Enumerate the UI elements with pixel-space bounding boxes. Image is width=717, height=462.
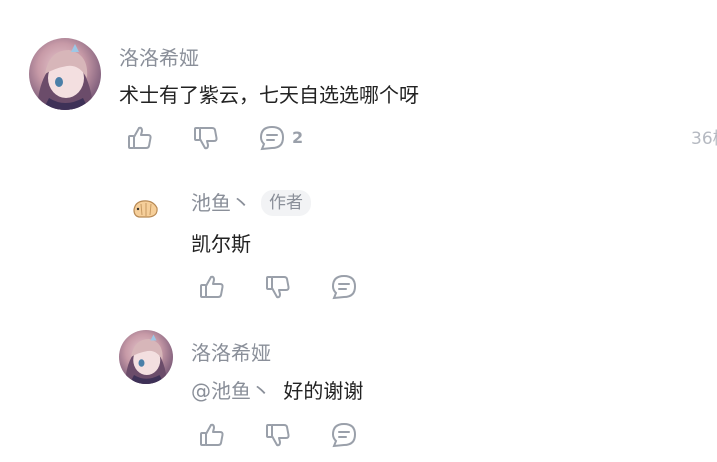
thumbs-up-icon — [128, 126, 152, 149]
thumbs-down-icon — [194, 127, 218, 150]
reply-button[interactable] — [330, 273, 358, 301]
thumbs-up-icon — [200, 275, 224, 298]
thumbs-up-icon — [200, 423, 224, 446]
comment-icon — [331, 422, 357, 448]
reply-button[interactable] — [330, 421, 358, 449]
thumbs-down-icon — [266, 276, 290, 299]
comment-icon — [259, 125, 285, 151]
like-button[interactable] — [126, 124, 154, 152]
like-button[interactable] — [198, 421, 226, 449]
floor-number: 36楼 — [691, 129, 717, 149]
comment-icon — [331, 274, 357, 300]
comment-author[interactable]: 洛洛希娅 — [119, 46, 199, 70]
reply-text: 好的谢谢 — [283, 379, 364, 403]
thumbs-down-icon — [266, 424, 290, 447]
comment-text: 术士有了紫云，七天自选选哪个呀 — [119, 83, 419, 107]
dislike-button[interactable] — [264, 273, 292, 301]
dislike-button[interactable] — [192, 124, 220, 152]
author-avatar[interactable] — [131, 196, 161, 222]
mention-link[interactable]: @池鱼丶 — [191, 379, 271, 403]
user-avatar[interactable] — [119, 330, 173, 384]
user-avatar[interactable] — [29, 38, 101, 110]
reply-text-row: @池鱼丶 好的谢谢 — [191, 378, 363, 404]
dislike-button[interactable] — [264, 421, 292, 449]
reply-text: 凯尔斯 — [191, 232, 251, 256]
author-badge: 作者 — [261, 190, 311, 216]
reply-author[interactable]: 洛洛希娅 — [191, 341, 271, 365]
reply-author[interactable]: 池鱼丶 — [191, 191, 251, 215]
like-button[interactable] — [198, 273, 226, 301]
reply-button[interactable] — [258, 124, 286, 152]
reply-count[interactable]: 2 — [292, 128, 303, 148]
